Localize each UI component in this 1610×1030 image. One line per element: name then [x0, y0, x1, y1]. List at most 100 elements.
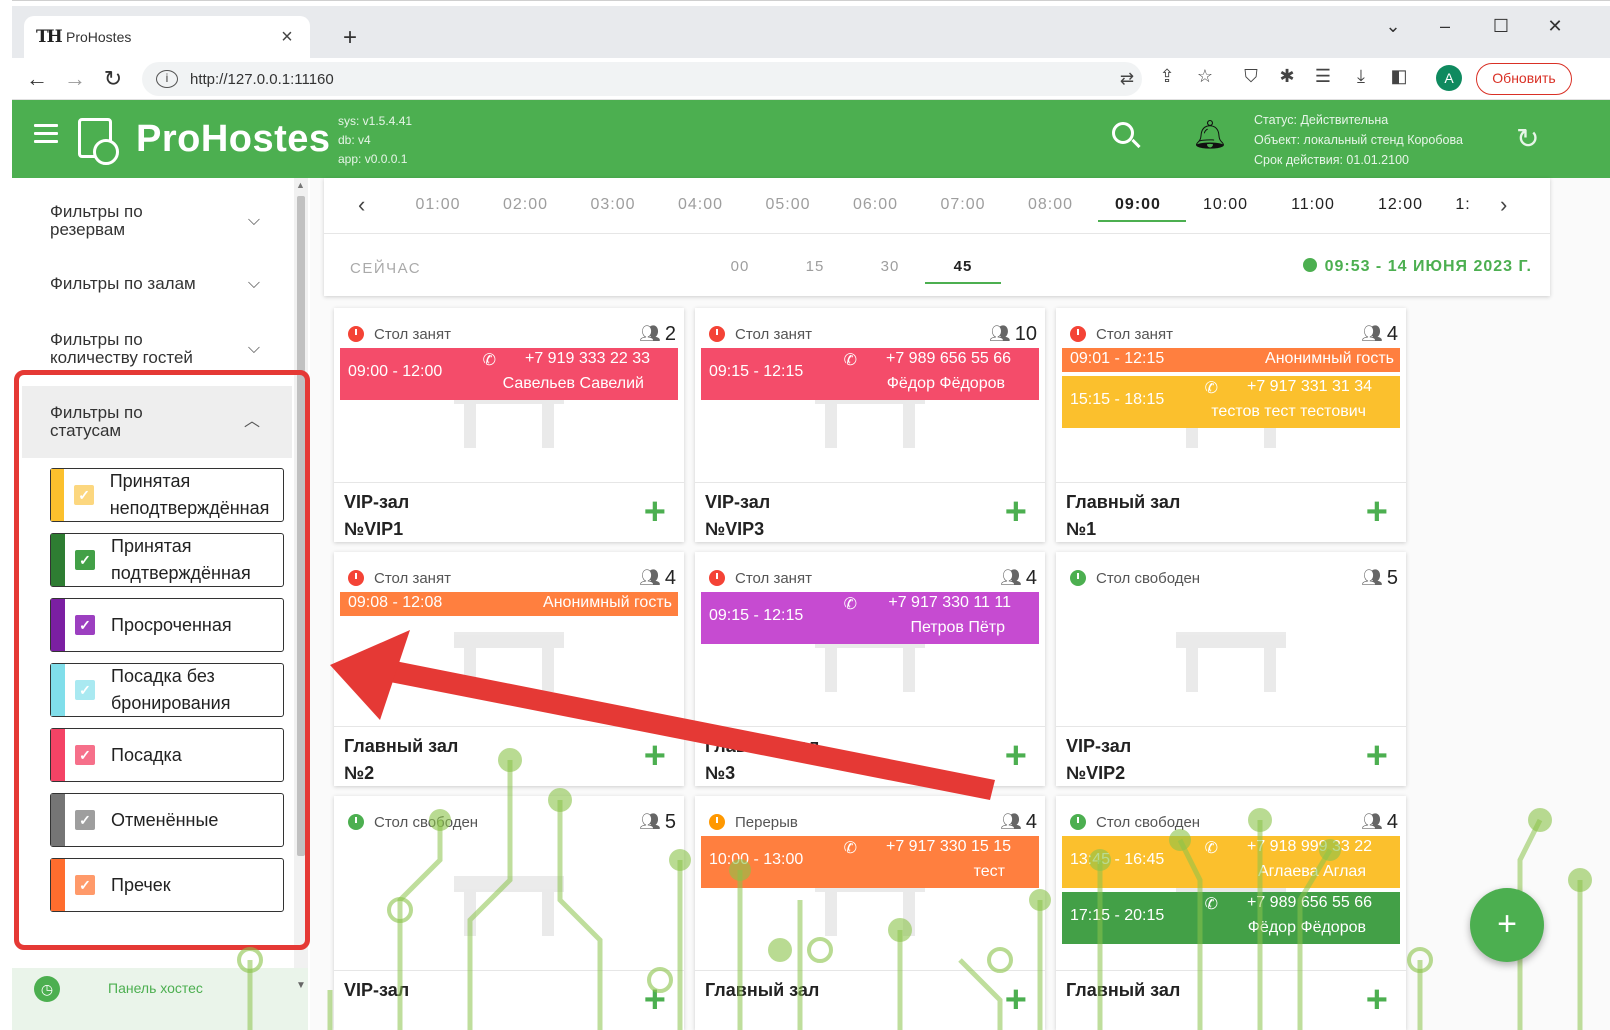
table-card[interactable]: Стол свободен 👥︎ 4 13:45 - 16:45 +7 918 999 … [1056, 796, 1406, 1030]
hour-tab[interactable]: 1: [1448, 196, 1478, 214]
booking-bar[interactable]: 15:15 - 18:15 +7 917 331 31 34 ✆ тестов тес… [1062, 376, 1400, 428]
shield-extension-icon[interactable]: ⛉ [1238, 66, 1264, 87]
extensions-puzzle-icon[interactable]: ✱ [1274, 66, 1300, 87]
status-filter-chip[interactable]: ✓ Посадка без бронирования [50, 663, 284, 717]
minute-tab[interactable]: 30 [854, 258, 926, 275]
add-reservation-button[interactable]: + [644, 737, 666, 775]
booking-bar[interactable]: 10:00 - 13:00 +7 917 330 15 15 ✆ тест [701, 836, 1039, 888]
hour-tab[interactable]: 06:00 [836, 196, 916, 214]
minute-tab[interactable]: 00 [704, 258, 776, 275]
browser-menu-icon[interactable]: ⋮ [1606, 66, 1610, 91]
site-info-icon[interactable]: i [156, 70, 178, 88]
add-reservation-button[interactable]: + [1366, 737, 1388, 775]
table-card[interactable]: Стол занят 👥︎ 4 09:08 - 12:08 Анонимный гост… [334, 552, 684, 786]
table-card[interactable]: Стол занят 👥︎ 2 09:00 - 12:00 +7 919 333 22 … [334, 308, 684, 542]
minute-tab[interactable]: 45 [927, 258, 999, 275]
hour-tab[interactable]: 02:00 [486, 196, 566, 214]
search-icon[interactable] [1112, 122, 1134, 144]
back-icon[interactable]: ← [24, 66, 50, 92]
profile-avatar[interactable]: A [1436, 65, 1462, 91]
checkbox-checked-icon[interactable]: ✓ [75, 615, 95, 635]
status-filter-chip[interactable]: ✓ Принятая подтверждённая [50, 533, 284, 587]
add-reservation-button[interactable]: + [644, 493, 666, 531]
hour-tab[interactable]: 10:00 [1186, 196, 1266, 214]
booking-bar[interactable]: 09:01 - 12:15 Анонимный гость [1062, 348, 1400, 372]
next-hours-icon[interactable]: › [1500, 192, 1507, 218]
hour-tab[interactable]: 05:00 [748, 196, 828, 214]
hour-tab[interactable]: 03:00 [573, 196, 653, 214]
bookmark-star-icon[interactable]: ☆ [1192, 66, 1218, 87]
update-browser-button[interactable]: Обновить [1476, 63, 1572, 95]
hour-tab[interactable]: 12:00 [1361, 196, 1441, 214]
url-field[interactable]: i http://127.0.0.1:11160 ⇄ [142, 62, 1142, 96]
hour-tab[interactable]: 01:00 [398, 196, 478, 214]
hour-tab[interactable]: 09:00 [1098, 196, 1178, 214]
filter-statuses[interactable]: Фильтры по статусам ︿ [22, 386, 292, 458]
checkbox-checked-icon[interactable]: ✓ [75, 745, 95, 765]
scroll-thumb[interactable] [297, 196, 305, 856]
scroll-up-icon[interactable]: ▲ [296, 180, 305, 190]
sidebar-scrollbar[interactable]: ▲ [294, 178, 308, 998]
add-fab-button[interactable]: + [1470, 888, 1544, 962]
minimize-icon[interactable]: – [1430, 16, 1460, 37]
prev-hours-icon[interactable]: ‹ [358, 192, 365, 218]
refresh-icon[interactable]: ↻ [1516, 122, 1539, 155]
booking-bar[interactable]: 09:15 - 12:15 +7 917 330 11 11 ✆ Петров Пёт… [701, 592, 1039, 644]
status-filter-chip[interactable]: ✓ Принятая неподтверждённая [50, 468, 284, 522]
status-filter-chip[interactable]: ✓ Посадка [50, 728, 284, 782]
booking-bar[interactable]: 13:45 - 16:45 +7 918 999 33 22 ✆ Аглаева Аг… [1062, 836, 1400, 888]
booking-bar[interactable]: 09:08 - 12:08 Анонимный гость [340, 592, 678, 616]
table-card[interactable]: Стол занят 👥︎ 4 09:15 - 12:15 +7 917 330 11 … [695, 552, 1045, 786]
hour-tab[interactable]: 08:00 [1011, 196, 1091, 214]
forward-icon[interactable]: → [62, 66, 88, 92]
checkbox-checked-icon[interactable]: ✓ [75, 680, 95, 700]
filter-guests[interactable]: Фильтры по количеству гостей ⌵ [22, 326, 292, 372]
table-icon-top [1176, 632, 1286, 648]
now-label[interactable]: СЕЙЧАС [350, 260, 421, 277]
notification-bell-icon[interactable]: 🔔︎ [1192, 118, 1228, 151]
minute-tab[interactable]: 15 [779, 258, 851, 275]
new-tab-icon[interactable]: + [336, 24, 364, 52]
filter-reservations[interactable]: Фильтры по резервам ⌵ [22, 198, 292, 244]
hostess-panel-link[interactable]: ◷ Панель хостес ▼ [12, 968, 308, 1030]
tab-search-chevron-icon[interactable]: ⌄ [1378, 16, 1408, 37]
menu-icon[interactable] [34, 124, 58, 144]
status-filter-chip[interactable]: ✓ Пречек [50, 858, 284, 912]
booking-bar[interactable]: 09:15 - 12:15 +7 989 656 55 66 ✆ Фёдор Фёдо… [701, 348, 1039, 400]
booking-bar[interactable]: 17:15 - 20:15 +7 989 656 55 66 ✆ Фёдор Фёдо… [1062, 892, 1400, 944]
browser-tab[interactable]: TH ProHostes × [24, 16, 310, 58]
status-filter-chip[interactable]: ✓ Просроченная [50, 598, 284, 652]
close-tab-icon[interactable]: × [276, 26, 298, 49]
table-status: Стол занят [374, 325, 451, 343]
status-filter-chip[interactable]: ✓ Отменённые [50, 793, 284, 847]
add-reservation-button[interactable]: + [1005, 493, 1027, 531]
share-icon[interactable]: ⇪ [1154, 66, 1180, 87]
hour-tab[interactable]: 11:00 [1273, 196, 1353, 214]
translate-icon[interactable]: ⇄ [1114, 62, 1140, 96]
filter-halls[interactable]: Фильтры по залам ⌵ [22, 272, 292, 296]
guests-icon: 👥︎ [1361, 568, 1383, 587]
add-reservation-button[interactable]: + [1366, 493, 1388, 531]
table-card[interactable]: Стол занят 👥︎ 10 09:15 - 12:15 +7 989 656 55… [695, 308, 1045, 542]
add-reservation-button[interactable]: + [1366, 981, 1388, 1019]
table-card[interactable]: Перерыв 👥︎ 4 10:00 - 13:00 +7 917 330 15 15 ✆… [695, 796, 1045, 1030]
hour-tab[interactable]: 07:00 [923, 196, 1003, 214]
table-card[interactable]: Стол занят 👥︎ 4 09:01 - 12:15 Анонимный гост… [1056, 308, 1406, 542]
checkbox-checked-icon[interactable]: ✓ [75, 550, 95, 570]
add-reservation-button[interactable]: + [1005, 737, 1027, 775]
checkbox-checked-icon[interactable]: ✓ [75, 810, 95, 830]
checkbox-checked-icon[interactable]: ✓ [74, 485, 94, 505]
add-reservation-button[interactable]: + [1005, 981, 1027, 1019]
reload-icon[interactable]: ↻ [100, 66, 126, 92]
table-card[interactable]: Стол свободен 👥︎ 5 VIP-зал №VIP2 + [1056, 552, 1406, 786]
download-icon[interactable]: ⤓ [1348, 66, 1374, 87]
side-panel-icon[interactable]: ◧ [1386, 66, 1412, 87]
booking-bar[interactable]: 09:00 - 12:00 +7 919 333 22 33 ✆ Савельев С… [340, 348, 678, 400]
table-card[interactable]: Стол свободен 👥︎ 5 VIP-зал + [334, 796, 684, 1030]
hour-tab[interactable]: 04:00 [661, 196, 741, 214]
maximize-icon[interactable]: ☐ [1486, 16, 1516, 37]
reading-list-icon[interactable]: ☰ [1310, 66, 1336, 87]
add-reservation-button[interactable]: + [644, 981, 666, 1019]
close-window-icon[interactable]: ✕ [1540, 16, 1570, 37]
checkbox-checked-icon[interactable]: ✓ [75, 875, 95, 895]
